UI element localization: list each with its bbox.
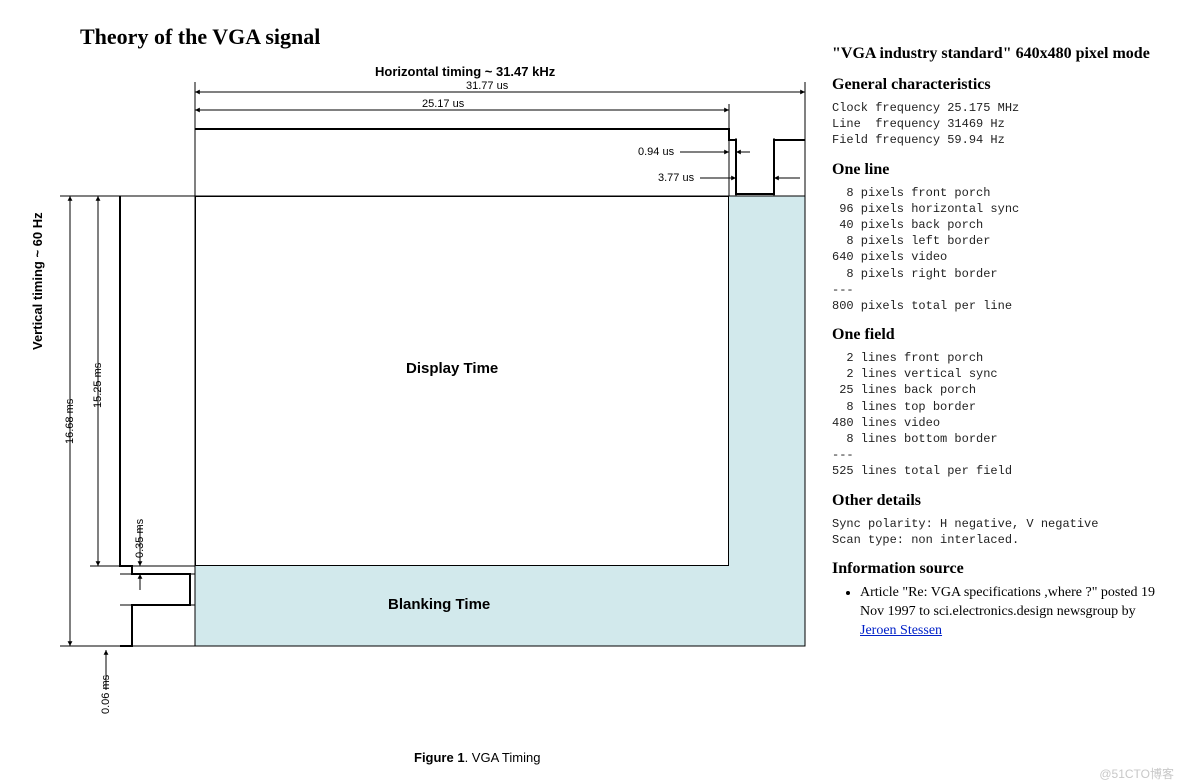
h-active-label: 25.17 us — [422, 98, 464, 110]
horizontal-timing-title: Horizontal timing ~ 31.47 kHz — [375, 64, 555, 79]
timing-diagram: Horizontal timing ~ 31.47 kHz Vertical t… — [20, 50, 810, 770]
v-active-label: 15.25 ms — [92, 363, 104, 408]
display-time-label: Display Time — [406, 360, 498, 377]
general-text: Clock frequency 25.175 MHz Line frequenc… — [832, 100, 1172, 149]
figure-caption: Figure 1. VGA Timing — [414, 750, 540, 765]
specification-panel: "VGA industry standard" 640x480 pixel mo… — [832, 44, 1172, 641]
other-heading: Other details — [832, 492, 1172, 510]
spec-title: "VGA industry standard" 640x480 pixel mo… — [832, 44, 1172, 64]
v-total-label: 16.68 ms — [64, 399, 76, 444]
h-total-label: 31.77 us — [466, 80, 508, 92]
info-source-link[interactable]: Jeroen Stessen — [860, 623, 942, 638]
info-text: Article "Re: VGA specifications ,where ?… — [860, 585, 1155, 619]
info-item: Article "Re: VGA specifications ,where ?… — [860, 584, 1172, 641]
general-heading: General characteristics — [832, 76, 1172, 94]
figure-title: . VGA Timing — [465, 750, 541, 765]
one-line-heading: One line — [832, 161, 1172, 179]
one-line-text: 8 pixels front porch 96 pixels horizonta… — [832, 185, 1172, 315]
info-heading: Information source — [832, 560, 1172, 578]
one-field-text: 2 lines front porch 2 lines vertical syn… — [832, 350, 1172, 480]
display-area — [195, 196, 729, 566]
info-list: Article "Re: VGA specifications ,where ?… — [860, 584, 1172, 641]
blanking-time-label: Blanking Time — [388, 596, 490, 613]
vertical-timing-title: Vertical timing ~ 60 Hz — [30, 212, 45, 350]
h-fp-label: 0.94 us — [638, 146, 674, 158]
v-sync-label: 0.06 ms — [100, 675, 112, 714]
h-sync-label: 3.77 us — [658, 172, 694, 184]
page-title: Theory of the VGA signal — [80, 24, 320, 50]
one-field-heading: One field — [832, 326, 1172, 344]
v-fp-label: 0.35 ms — [134, 519, 146, 558]
other-text: Sync polarity: H negative, V negative Sc… — [832, 516, 1172, 548]
figure-number: Figure 1 — [414, 750, 465, 765]
watermark: @51CTO博客 — [1099, 765, 1174, 782]
